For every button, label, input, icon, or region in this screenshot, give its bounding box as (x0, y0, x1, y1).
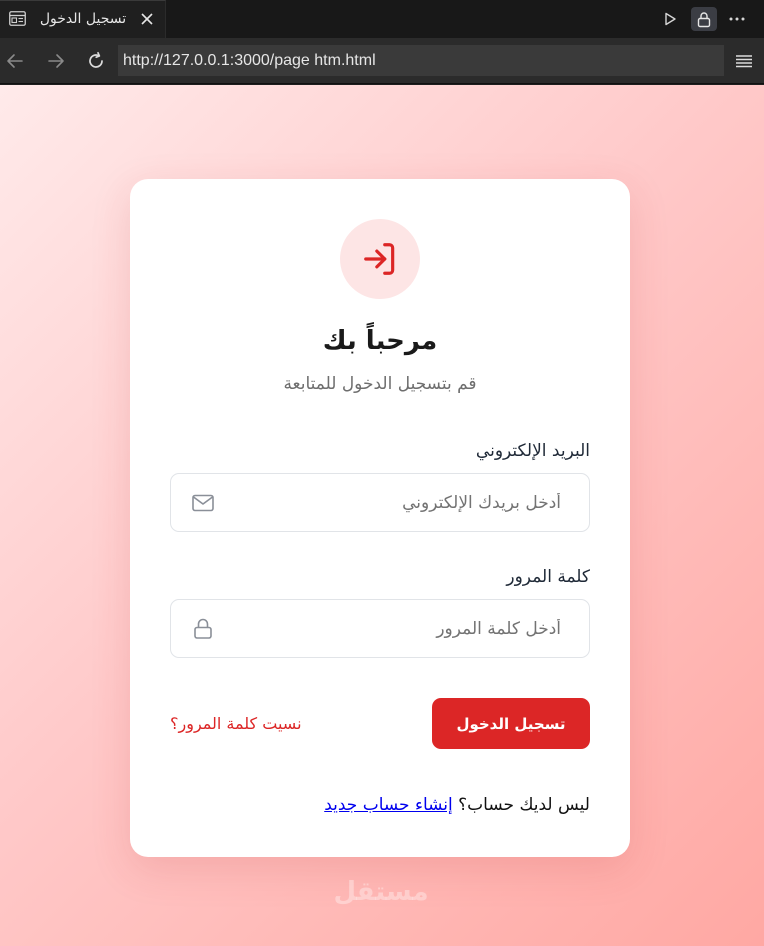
email-field[interactable] (231, 474, 561, 531)
run-button[interactable] (657, 7, 683, 31)
login-icon (364, 243, 395, 275)
password-label: كلمة المرور (506, 567, 590, 587)
email-field-wrapper (170, 473, 590, 532)
address-bar (0, 38, 764, 84)
close-icon[interactable] (139, 11, 155, 27)
play-icon (665, 12, 676, 26)
lock-icon (697, 11, 711, 27)
login-icon-badge (340, 219, 420, 299)
tab-bar: تسجيل الدخول (0, 0, 764, 38)
page-subtitle: قم بتسجيل الدخول للمتابعة (283, 374, 477, 394)
menu-icon (736, 55, 752, 68)
password-field[interactable] (231, 600, 561, 657)
page-title: مرحباً بك (322, 326, 438, 356)
page-viewport: مرحباً بك قم بتسجيل الدخول للمتابعة البر… (0, 85, 764, 946)
url-input[interactable] (118, 45, 724, 76)
arrow-left-icon (7, 54, 23, 68)
lock-icon (194, 618, 212, 639)
forward-button[interactable] (45, 50, 67, 72)
arrow-right-icon (48, 54, 64, 68)
watermark-logo: مستقل (333, 877, 429, 907)
forgot-password-link[interactable]: نسيت كلمة المرور؟ (170, 713, 302, 735)
login-card: مرحباً بك قم بتسجيل الدخول للمتابعة البر… (130, 179, 630, 857)
login-button[interactable]: تسجيل الدخول (432, 698, 590, 749)
browser-tab[interactable]: تسجيل الدخول (0, 0, 166, 38)
signup-row: ليس لديك حساب؟ إنشاء حساب جديد (324, 793, 590, 817)
password-field-wrapper (170, 599, 590, 658)
reload-icon (89, 51, 103, 68)
page-icon (9, 11, 26, 26)
more-icon (729, 17, 745, 21)
back-button[interactable] (4, 50, 26, 72)
mail-icon (192, 494, 214, 512)
lock-button[interactable] (691, 7, 717, 31)
more-button[interactable] (724, 7, 750, 31)
signup-link[interactable]: إنشاء حساب جديد (324, 795, 453, 815)
menu-button[interactable] (733, 50, 755, 72)
email-label: البريد الإلكتروني (475, 441, 590, 461)
no-account-text: ليس لديك حساب؟ (458, 795, 590, 815)
tab-title: تسجيل الدخول (39, 11, 127, 27)
reload-button[interactable] (85, 50, 107, 72)
